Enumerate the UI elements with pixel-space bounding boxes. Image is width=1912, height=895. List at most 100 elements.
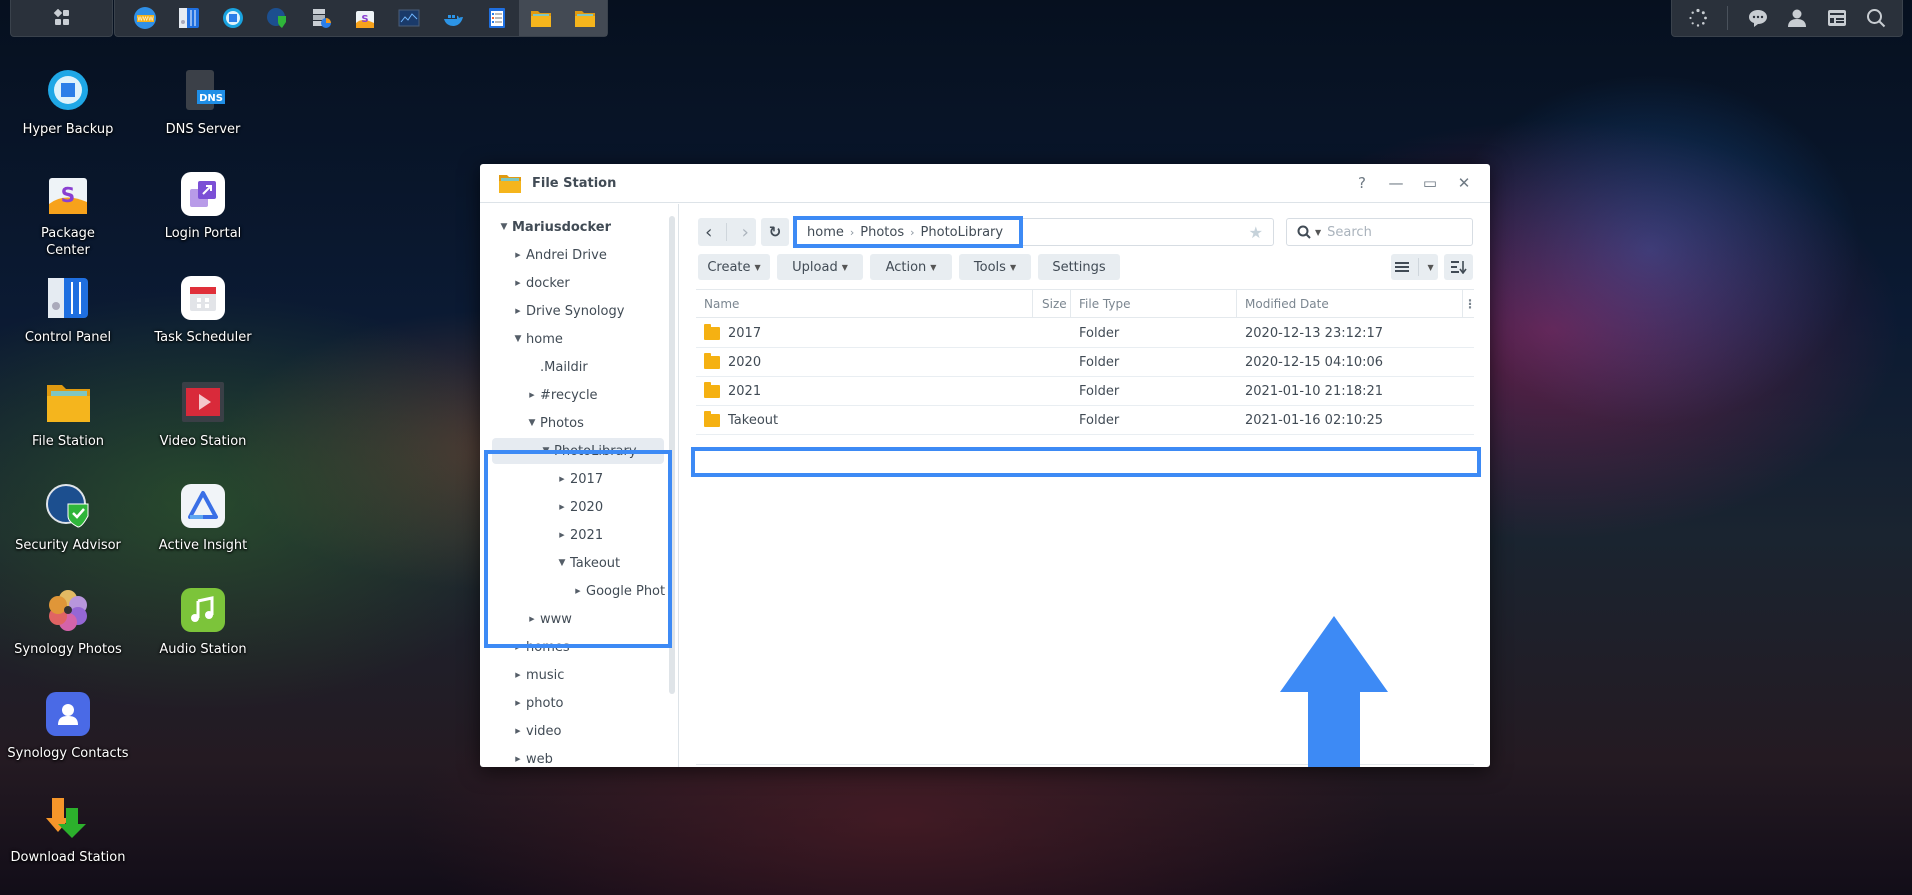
desktop-icon-video-station[interactable]: Video Station (135, 380, 271, 450)
collapsed-arrow-icon[interactable]: ▶ (526, 615, 538, 623)
taskbar-app-file-station-2[interactable] (563, 0, 607, 36)
column-header-name[interactable]: Name (704, 290, 739, 317)
tree-item-www[interactable]: ▶ www (526, 606, 572, 632)
desktop-icon-download-station[interactable]: Download Station (0, 796, 136, 866)
column-options-icon[interactable]: ⋮ (1464, 290, 1476, 317)
tree-item-docker[interactable]: ▶ docker (512, 270, 569, 296)
expanded-arrow-icon[interactable]: ▼ (540, 446, 552, 456)
refresh-button[interactable]: ↻ (761, 218, 789, 246)
collapsed-arrow-icon[interactable]: ▶ (526, 391, 538, 399)
collapsed-arrow-icon[interactable]: ▶ (556, 475, 568, 483)
column-header-modified-date[interactable]: Modified Date (1245, 290, 1329, 317)
action-button[interactable]: Action ▼ (870, 254, 952, 280)
collapsed-arrow-icon[interactable]: ▶ (512, 251, 524, 259)
tree-item-google-phot[interactable]: ▶ Google Phot (572, 578, 665, 604)
create-button[interactable]: Create ▼ (698, 254, 770, 280)
search-options-caret-icon[interactable]: ▼ (1315, 228, 1321, 237)
expanded-arrow-icon[interactable]: ▼ (556, 558, 568, 568)
path-bar[interactable]: home › Photos › PhotoLibrary ★ (794, 218, 1274, 246)
tree-item-drive-synology[interactable]: ▶ Drive Synology (512, 298, 624, 324)
path-segment-photolibrary[interactable]: PhotoLibrary (921, 225, 1004, 240)
taskbar-app-log-center[interactable] (475, 0, 519, 36)
main-menu-button[interactable] (10, 0, 113, 37)
desktop-icon-file-station[interactable]: File Station (0, 380, 136, 450)
tree-item-takeout[interactable]: ▼ Takeout (556, 550, 621, 576)
desktop-icon-active-insight[interactable]: Active Insight (135, 484, 271, 554)
collapsed-arrow-icon[interactable]: ▶ (512, 699, 524, 707)
settings-button[interactable]: Settings (1038, 254, 1120, 280)
expanded-arrow-icon[interactable]: ▼ (498, 222, 510, 232)
desktop-icon-synology-contacts[interactable]: Synology Contacts (0, 692, 136, 762)
user-icon[interactable] (1787, 8, 1807, 28)
taskbar-app-hyper-backup[interactable] (211, 0, 255, 36)
tree-item-video[interactable]: ▶ video (512, 718, 561, 744)
search-input[interactable] (1327, 224, 1458, 240)
taskbar-app-web-station[interactable]: WWW (123, 0, 167, 36)
table-row[interactable]: Takeout Folder 2021-01-16 02:10:25 (696, 406, 1474, 435)
tree-scrollbar[interactable] (669, 216, 675, 694)
tree-item-recycle[interactable]: ▶ #recycle (526, 382, 597, 408)
desktop-icon-package-center[interactable]: S Package Center (0, 172, 136, 259)
table-row[interactable]: 2017 Folder 2020-12-13 23:12:17 (696, 319, 1474, 348)
desktop-icon-dns-server[interactable]: DNS DNS Server (135, 68, 271, 138)
collapsed-arrow-icon[interactable]: ▶ (572, 587, 584, 595)
taskbar-app-control-panel[interactable] (167, 0, 211, 36)
desktop-icon-synology-photos[interactable]: Synology Photos (0, 588, 136, 658)
desktop-icon-control-panel[interactable]: Control Panel (0, 276, 136, 346)
tree-item-2017[interactable]: ▶ 2017 (556, 466, 603, 492)
close-button[interactable]: ✕ (1456, 174, 1472, 192)
desktop-icon-hyper-backup[interactable]: Hyper Backup (0, 68, 136, 138)
forward-button[interactable]: › (742, 222, 749, 243)
widgets-icon[interactable] (1827, 8, 1847, 28)
tree-item-2021[interactable]: ▶ 2021 (556, 522, 603, 548)
tree-item-homes[interactable]: ▶ homes (512, 634, 569, 660)
favorite-star-icon[interactable]: ★ (1249, 223, 1263, 242)
column-header-file-type[interactable]: File Type (1079, 290, 1130, 317)
expanded-arrow-icon[interactable]: ▼ (526, 418, 538, 428)
expanded-arrow-icon[interactable]: ▼ (512, 334, 524, 344)
taskbar-app-package-center[interactable]: S (343, 0, 387, 36)
taskbar-app-file-station[interactable] (519, 0, 563, 36)
taskbar-app-security-advisor[interactable] (255, 0, 299, 36)
help-button[interactable]: ? (1354, 174, 1370, 192)
column-header-size[interactable]: Size (1042, 290, 1067, 317)
collapsed-arrow-icon[interactable]: ▶ (512, 643, 524, 651)
window-titlebar[interactable]: File Station ? — ▭ ✕ (480, 164, 1490, 203)
tools-button[interactable]: Tools ▼ (959, 254, 1031, 280)
path-segment-home[interactable]: home (807, 225, 844, 240)
desktop-icon-audio-station[interactable]: Audio Station (135, 588, 271, 658)
tree-item-maildir[interactable]: .Maildir (526, 354, 588, 380)
taskbar-app-resource-monitor[interactable] (387, 0, 431, 36)
collapsed-arrow-icon[interactable]: ▶ (512, 307, 524, 315)
collapsed-arrow-icon[interactable]: ▶ (556, 531, 568, 539)
collapsed-arrow-icon[interactable]: ▶ (556, 503, 568, 511)
tree-item-andrei-drive[interactable]: ▶ Andrei Drive (512, 242, 607, 268)
collapsed-arrow-icon[interactable]: ▶ (512, 671, 524, 679)
chat-icon[interactable] (1748, 8, 1768, 28)
minimize-button[interactable]: — (1388, 174, 1404, 192)
view-mode-button[interactable]: ▼ (1391, 254, 1438, 280)
collapsed-arrow-icon[interactable]: ▶ (512, 727, 524, 735)
tree-item-photo[interactable]: ▶ photo (512, 690, 563, 716)
desktop-icon-login-portal[interactable]: Login Portal (135, 172, 271, 242)
collapsed-arrow-icon[interactable]: ▶ (512, 755, 524, 763)
tree-item-home[interactable]: ▼ home (512, 326, 563, 352)
tree-item-2020[interactable]: ▶ 2020 (556, 494, 603, 520)
desktop-icon-task-scheduler[interactable]: Task Scheduler (135, 276, 271, 346)
table-row[interactable]: 2021 Folder 2021-01-10 21:18:21 (696, 377, 1474, 406)
table-row[interactable]: 2020 Folder 2020-12-15 04:10:06 (696, 348, 1474, 377)
tree-item-music[interactable]: ▶ music (512, 662, 564, 688)
path-segment-photos[interactable]: Photos (860, 225, 904, 240)
sort-button[interactable] (1444, 254, 1473, 280)
search-icon[interactable] (1866, 8, 1886, 28)
upload-button[interactable]: Upload ▼ (777, 254, 863, 280)
tree-item-mariusdocker[interactable]: ▼ Mariusdocker (498, 214, 612, 240)
maximize-button[interactable]: ▭ (1422, 174, 1438, 192)
collapsed-arrow-icon[interactable]: ▶ (512, 279, 524, 287)
tree-item-photos[interactable]: ▼ Photos (526, 410, 584, 436)
tree-item-photolibrary[interactable]: ▼ PhotoLibrary (492, 438, 664, 464)
taskbar-app-docker[interactable] (431, 0, 475, 36)
taskbar-app-storage-manager[interactable] (299, 0, 343, 36)
back-button[interactable]: ‹ (705, 222, 712, 243)
search-box[interactable]: ▼ (1286, 218, 1473, 246)
